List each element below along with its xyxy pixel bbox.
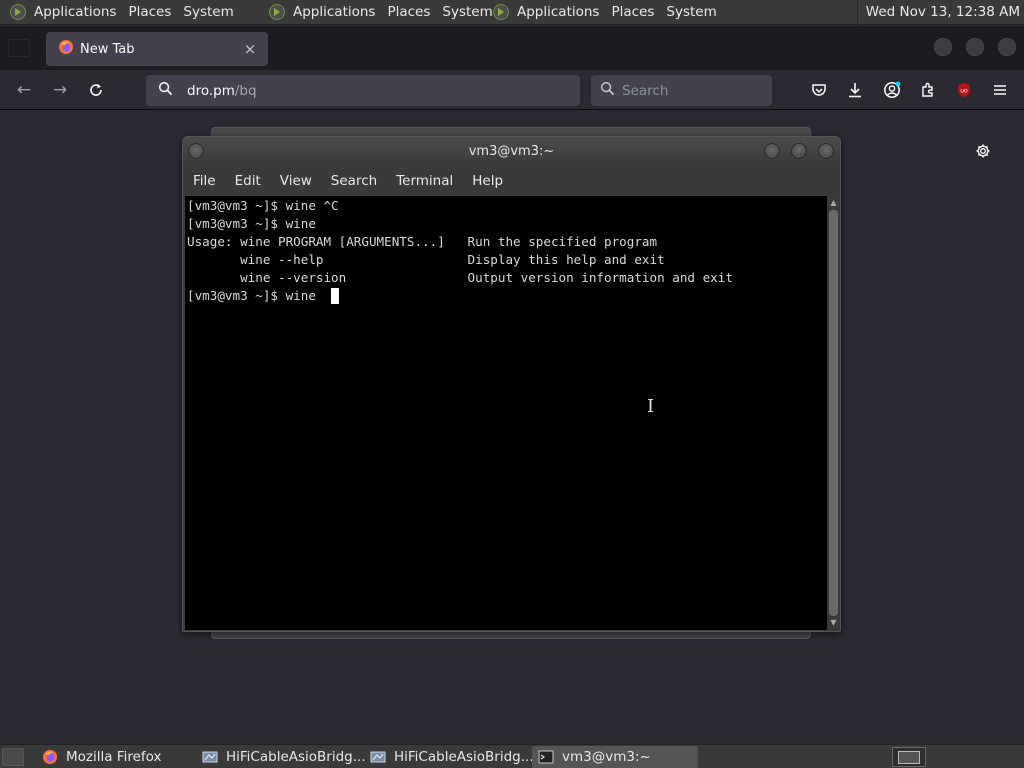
maximize-button[interactable] <box>791 143 807 159</box>
ublock-origin-icon[interactable]: uo <box>955 81 973 99</box>
svg-text:uo: uo <box>960 88 968 95</box>
system-menu[interactable]: System <box>666 4 724 20</box>
terminal-line: Usage: wine PROGRAM [ARGUMENTS...] Run t… <box>187 234 658 249</box>
task-label: HiFiCableAsioBridg... <box>226 748 366 765</box>
scroll-down-arrow-icon[interactable]: ▼ <box>829 618 838 628</box>
workspace-window-preview <box>898 751 920 764</box>
distro-logo-icon[interactable] <box>10 4 26 20</box>
terminal-line: wine --version Output version informatio… <box>187 270 733 285</box>
close-window-button[interactable] <box>998 38 1016 56</box>
menu-group-2: Applications Places System <box>259 0 505 25</box>
menu-search[interactable]: Search <box>331 173 377 189</box>
forward-arrow-icon[interactable]: → <box>50 80 70 100</box>
wine-app-icon <box>370 749 386 765</box>
browser-tabbar: New Tab × <box>0 26 1024 70</box>
extensions-icon[interactable] <box>919 81 937 99</box>
url-path: /bq <box>234 82 257 99</box>
back-arrow-icon[interactable]: ← <box>14 80 34 100</box>
task-label: HiFiCableAsioBridg... <box>394 748 534 765</box>
minimize-button[interactable] <box>764 143 780 159</box>
search-icon <box>158 81 173 100</box>
workspace-switcher[interactable] <box>892 747 926 767</box>
places-menu[interactable]: Places <box>128 4 179 20</box>
search-icon <box>600 81 615 100</box>
distro-logo-icon[interactable] <box>493 4 509 20</box>
wine-app-icon <box>202 749 218 765</box>
url-host: dro.pm <box>187 82 235 99</box>
search-placeholder: Search <box>622 82 669 99</box>
menu-view[interactable]: View <box>280 173 312 189</box>
search-input[interactable]: Search <box>591 75 772 106</box>
applications-menu[interactable]: Applications <box>34 4 124 20</box>
menu-edit[interactable]: Edit <box>235 173 261 189</box>
menu-file[interactable]: File <box>193 173 216 189</box>
bottom-taskbar: Mozilla Firefox HiFiCableAsioBridg... Hi… <box>0 744 1024 768</box>
menu-help[interactable]: Help <box>472 173 503 189</box>
browser-navbar: ← → dro.pm/bq Search uo <box>0 70 1024 110</box>
terminal-screen[interactable]: [vm3@vm3 ~]$ wine ^C [vm3@vm3 ~]$ wine U… <box>185 196 827 630</box>
terminal-line: [vm3@vm3 ~]$ wine ^C <box>187 198 339 213</box>
terminal-title[interactable]: vm3@vm3:~ <box>183 137 840 167</box>
tab-title: New Tab <box>80 41 135 57</box>
terminal-menubar: File Edit View Search Terminal Help <box>183 167 840 195</box>
scroll-up-arrow-icon[interactable]: ▲ <box>829 198 838 208</box>
sidebar-toggle-button[interactable] <box>8 39 30 57</box>
scroll-thumb[interactable] <box>829 210 838 616</box>
gear-icon[interactable] <box>975 143 991 159</box>
terminal-prompt-line: [vm3@vm3 ~]$ wine <box>187 288 324 303</box>
task-label: vm3@vm3:~ <box>562 748 651 765</box>
text-cursor <box>331 288 339 304</box>
close-button[interactable] <box>818 143 834 159</box>
distro-logo-icon[interactable] <box>269 4 285 20</box>
hamburger-menu-icon[interactable] <box>991 81 1009 99</box>
terminal-line: wine --help Display this help and exit <box>187 252 665 267</box>
clock[interactable]: Wed Nov 13, 12:38 AM <box>856 0 1020 25</box>
minimize-button[interactable] <box>934 38 952 56</box>
menu-group-1: Applications Places System <box>0 0 246 25</box>
task-label: Mozilla Firefox <box>66 748 162 765</box>
downloads-icon[interactable] <box>846 81 864 99</box>
reload-icon[interactable] <box>86 80 106 100</box>
task-firefox[interactable]: Mozilla Firefox <box>36 746 188 768</box>
task-hificable-2[interactable]: HiFiCableAsioBridg... <box>364 746 534 768</box>
firefox-icon <box>58 39 74 59</box>
top-panel: Applications Places System Applications … <box>0 0 1024 25</box>
tab-close-icon[interactable]: × <box>240 40 260 58</box>
terminal-scrollbar[interactable]: ▲ ▼ <box>827 196 840 630</box>
places-menu[interactable]: Places <box>611 4 662 20</box>
system-menu[interactable]: System <box>183 4 241 20</box>
maximize-button[interactable] <box>966 38 984 56</box>
url-bar[interactable]: dro.pm/bq <box>146 75 580 106</box>
terminal-window[interactable]: vm3@vm3:~ File Edit View Search Terminal… <box>182 136 841 632</box>
firefox-icon <box>42 749 58 765</box>
menu-terminal[interactable]: Terminal <box>396 173 453 189</box>
window-menu-button[interactable] <box>188 143 204 159</box>
task-hificable-1[interactable]: HiFiCableAsioBridg... <box>196 746 366 768</box>
show-desktop-button[interactable] <box>2 747 24 766</box>
applications-menu[interactable]: Applications <box>293 4 383 20</box>
terminal-line: [vm3@vm3 ~]$ wine <box>187 216 316 231</box>
ibeam-cursor-icon: I <box>647 396 655 417</box>
account-icon[interactable] <box>883 81 901 99</box>
pocket-icon[interactable] <box>810 81 828 99</box>
menu-group-3: Applications Places System <box>483 0 729 25</box>
tab-new-tab[interactable]: New Tab × <box>46 32 268 66</box>
places-menu[interactable]: Places <box>387 4 438 20</box>
applications-menu[interactable]: Applications <box>517 4 607 20</box>
task-terminal[interactable]: vm3@vm3:~ <box>532 745 698 768</box>
terminal-icon <box>538 749 554 765</box>
